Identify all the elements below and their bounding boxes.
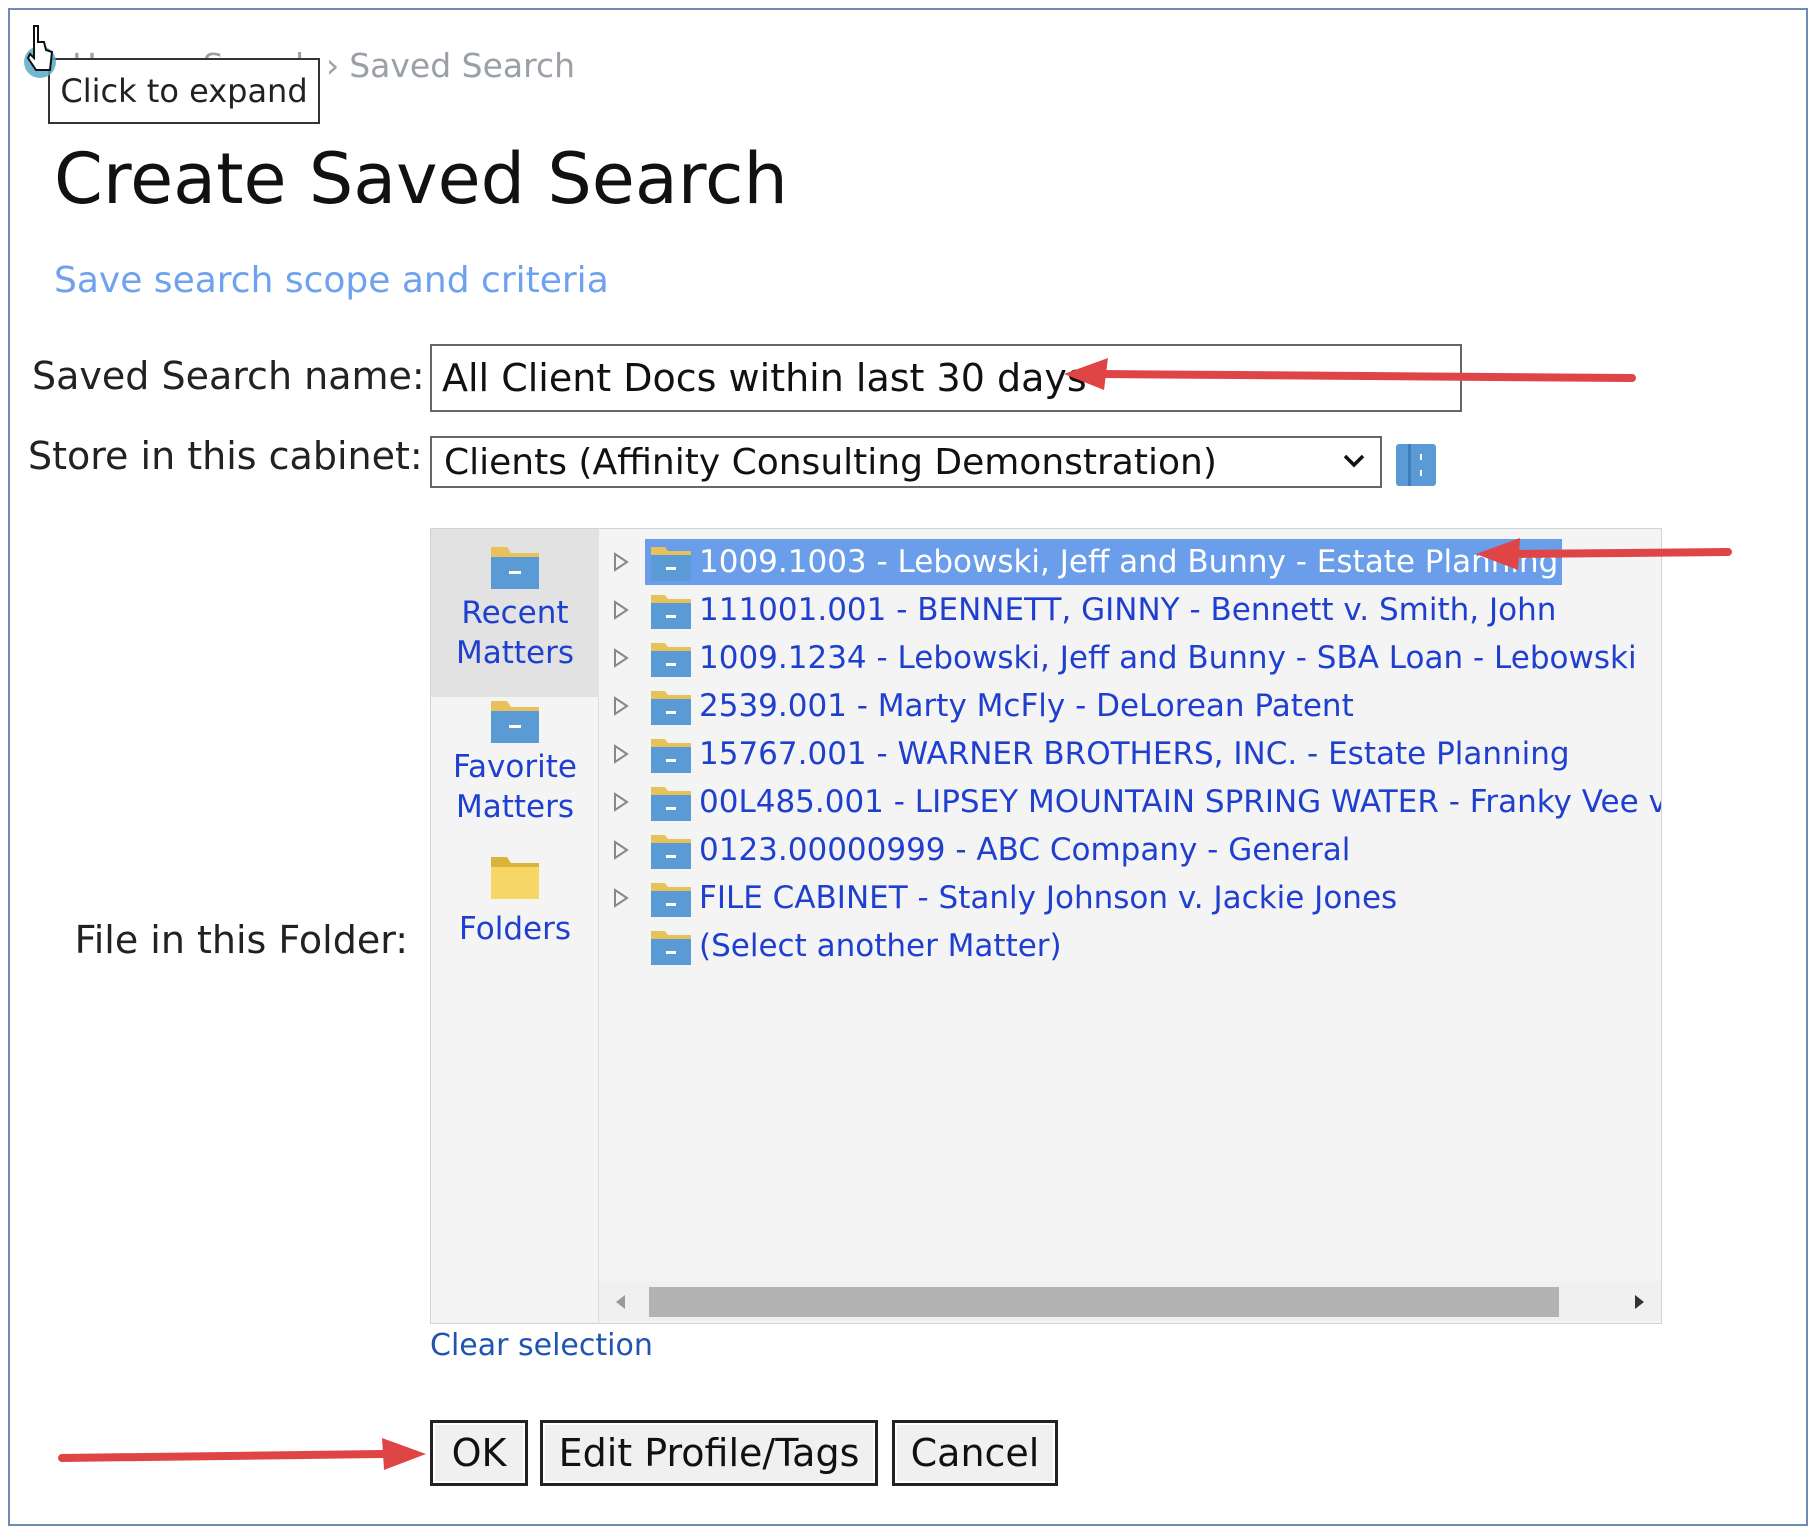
horizontal-scrollbar[interactable] xyxy=(599,1281,1661,1321)
matter-folder-icon xyxy=(651,835,691,869)
expand-arrow-icon[interactable] xyxy=(611,791,631,813)
folder-icon xyxy=(491,547,539,589)
annotation-arrow-icon xyxy=(1476,538,1732,570)
expand-arrow-icon[interactable] xyxy=(611,599,631,621)
expand-arrow-icon[interactable] xyxy=(611,839,631,861)
hand-cursor-icon xyxy=(24,25,56,78)
matter-folder-icon xyxy=(651,787,691,821)
tree-item-select-another[interactable]: (Select another Matter) xyxy=(599,923,1066,969)
matter-folder-icon xyxy=(651,643,691,677)
expand-arrow-icon[interactable] xyxy=(611,887,631,909)
expand-arrow-icon[interactable] xyxy=(611,695,631,717)
tree-item[interactable]: 2539.001 - Marty McFly - DeLorean Patent xyxy=(599,683,1358,729)
matter-folder-icon xyxy=(651,595,691,629)
matter-folder-icon xyxy=(651,931,691,965)
ok-button[interactable]: OK xyxy=(430,1420,528,1486)
saved-search-name-label: Saved Search name: xyxy=(32,354,425,398)
page-title: Create Saved Search xyxy=(54,138,788,220)
breadcrumb-separator: › xyxy=(326,46,340,85)
expand-arrow-icon[interactable] xyxy=(611,551,631,573)
cancel-button[interactable]: Cancel xyxy=(892,1420,1058,1486)
tree-item[interactable]: 15767.001 - WARNER BROTHERS, INC. - Esta… xyxy=(599,731,1574,777)
matter-tree: 1009.1003 - Lebowski, Jeff and Bunny - E… xyxy=(599,529,1661,1323)
tree-item[interactable]: 0123.00000999 - ABC Company - General xyxy=(599,827,1354,873)
folder-icon xyxy=(491,857,539,899)
edit-profile-tags-button[interactable]: Edit Profile/Tags xyxy=(540,1420,878,1486)
matter-folder-icon xyxy=(651,547,691,581)
cabinet-select[interactable]: Clients (Affinity Consulting Demonstrati… xyxy=(430,436,1382,488)
annotation-arrow-icon xyxy=(58,1438,426,1470)
tree-item[interactable]: FILE CABINET - Stanly Johnson v. Jackie … xyxy=(599,875,1401,921)
annotation-arrow-icon xyxy=(1064,358,1636,390)
expand-arrow-icon[interactable] xyxy=(611,743,631,765)
clear-selection-link[interactable]: Clear selection xyxy=(430,1328,653,1363)
folder-label: File in this Folder: xyxy=(74,918,408,962)
cabinet-select-value: Clients (Affinity Consulting Demonstrati… xyxy=(444,441,1217,483)
tree-item[interactable]: 111001.001 - BENNETT, GINNY - Bennett v.… xyxy=(599,587,1560,633)
folder-icon xyxy=(491,701,539,743)
tree-item[interactable]: 00L485.001 - LIPSEY MOUNTAIN SPRING WATE… xyxy=(599,779,1661,825)
tab-folders[interactable]: Folders xyxy=(431,849,599,969)
scroll-left-icon[interactable] xyxy=(613,1293,627,1311)
expand-arrow-icon[interactable] xyxy=(611,647,631,669)
matter-folder-icon xyxy=(651,883,691,917)
tab-favorite-matters[interactable]: Favorite Matters xyxy=(431,689,599,851)
breadcrumb-current: Saved Search xyxy=(349,46,576,85)
scroll-right-icon[interactable] xyxy=(1633,1293,1647,1311)
matter-folder-icon xyxy=(651,739,691,773)
chevron-down-icon xyxy=(1343,454,1365,468)
folder-picker: Recent Matters Favorite Matters Folders xyxy=(430,528,1662,1324)
tab-recent-matters[interactable]: Recent Matters xyxy=(431,529,599,697)
cabinet-icon[interactable] xyxy=(1394,442,1438,488)
window-frame: Home›Search›Saved Search Click to expand… xyxy=(8,8,1808,1526)
tree-item[interactable]: 1009.1003 - Lebowski, Jeff and Bunny - E… xyxy=(599,539,1563,585)
cabinet-label: Store in this cabinet: xyxy=(28,434,423,478)
scroll-thumb[interactable] xyxy=(649,1287,1559,1317)
matter-folder-icon xyxy=(651,691,691,725)
page-subtitle: Save search scope and criteria xyxy=(54,260,609,301)
expand-tooltip: Click to expand xyxy=(48,58,320,124)
picker-source-tabs: Recent Matters Favorite Matters Folders xyxy=(431,529,599,1323)
tree-item[interactable]: 1009.1234 - Lebowski, Jeff and Bunny - S… xyxy=(599,635,1641,681)
